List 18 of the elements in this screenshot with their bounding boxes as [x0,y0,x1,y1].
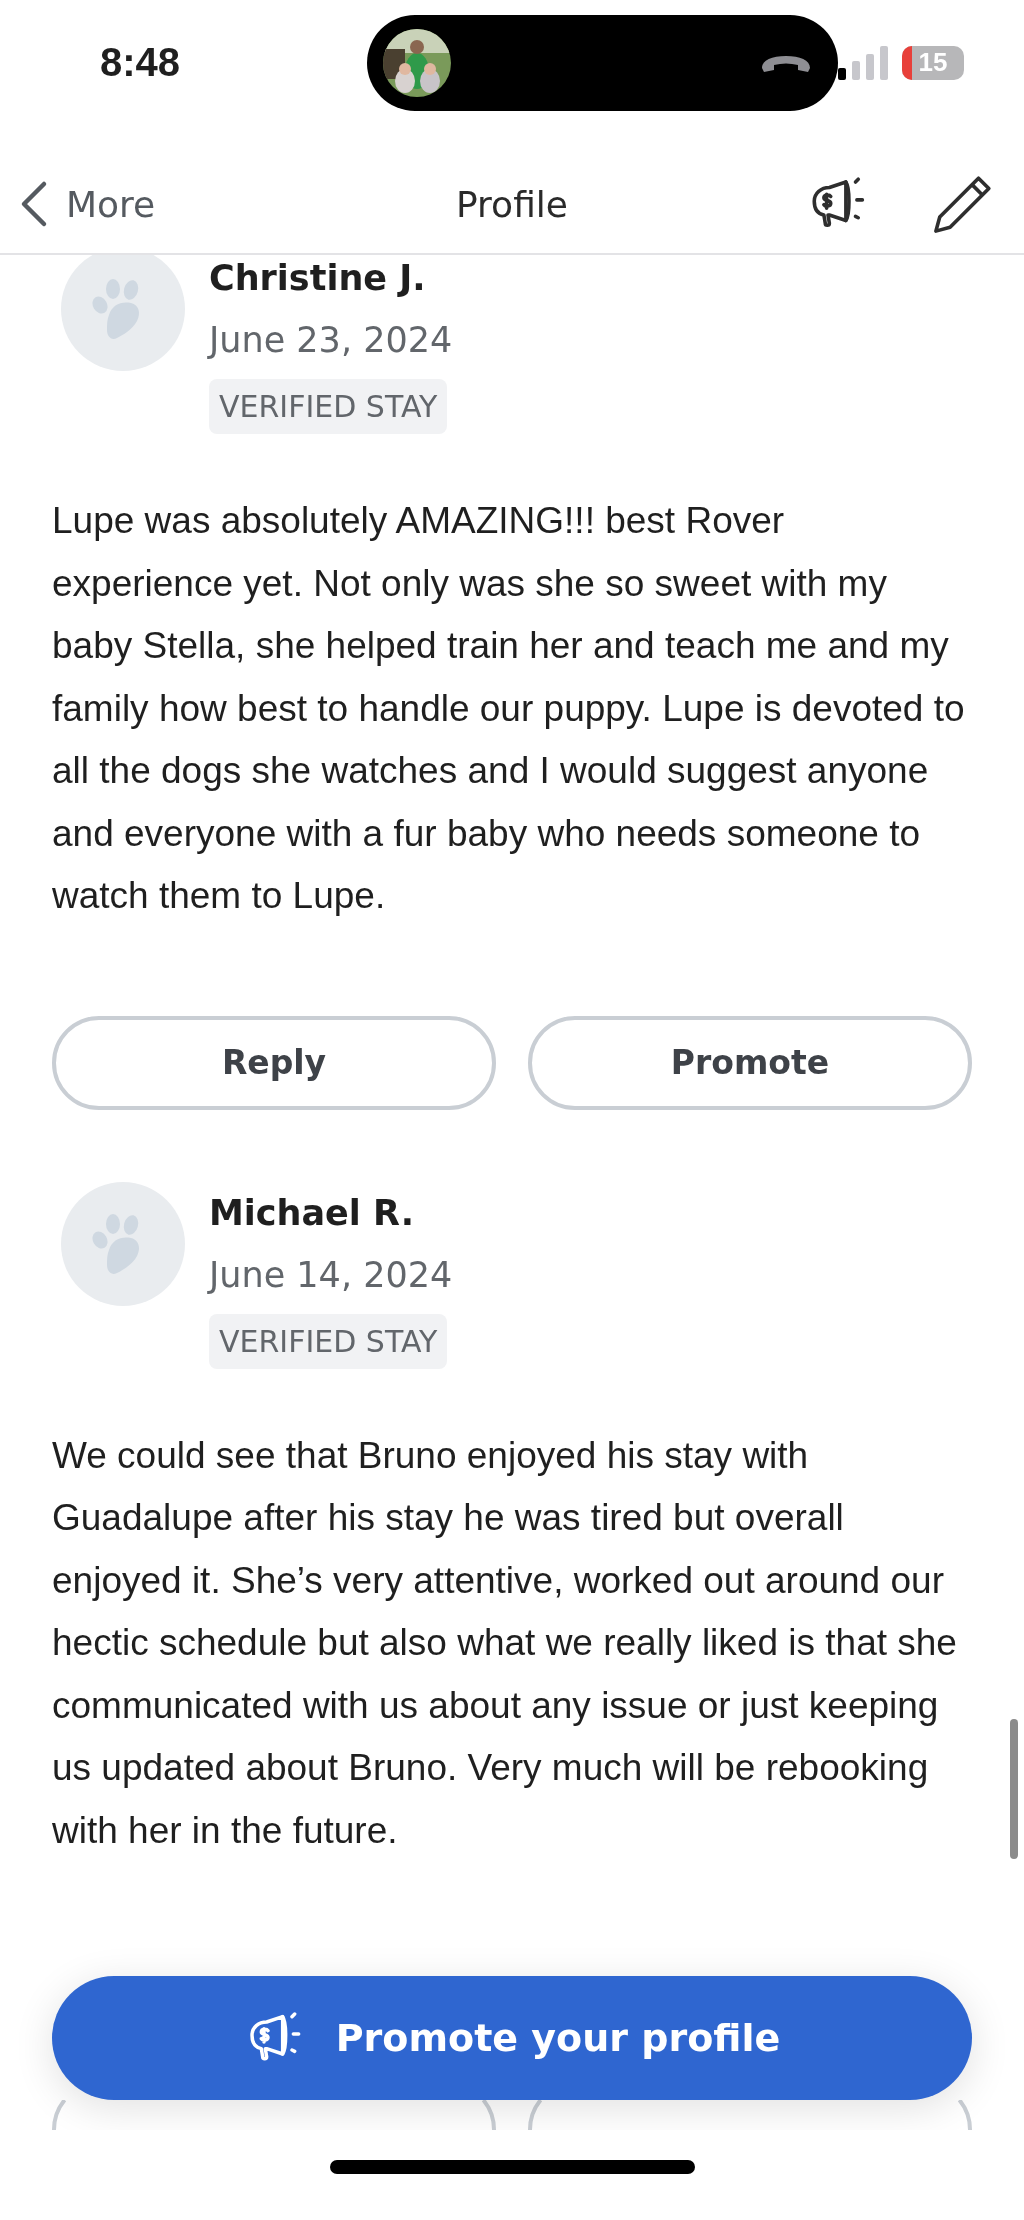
review-text: Lupe was absolutely AMAZING!!! best Rover experience yet. Not only was she so sweet with my baby Stella, she helped train her and teach me and my family how best to handle our puppy. Lupe is devoted to all the dogs she watches and I would suggest anyone and everyone with a fur baby who needs someone to watch them to Lupe. [52,499,966,918]
review-date: June 23, 2024 [209,319,453,362]
edit-button[interactable] [932,173,994,235]
battery-icon: 15 [902,45,964,80]
review-text: We could see that Bruno enjoyed his stay with Guadalupe after his stay he was tired but overall enjoyed it. She’s very attentive, worked out around our hectic schedule but also what we really liked is that she communicated with us about any issue or just keeping us updated about Bruno. Very much will be rebooking with her in the future. [52,1433,958,1853]
reviewer-name: Christine J. [209,257,426,300]
reviewer-name: Michael R. [209,1191,414,1235]
review-date: June 14, 2024 [209,1253,453,1297]
promote-button[interactable]: Promote [528,1015,972,1110]
verified-badge: VERIFIED STAY [209,379,448,434]
back-icon [20,180,48,228]
page-title: Profile [456,183,568,225]
back-link[interactable]: More [20,180,156,228]
status-time: 8:48 [100,40,182,85]
verified-badge: VERIFIED STAY [209,1313,448,1369]
reply-button[interactable]: Reply [52,1015,496,1110]
promote-profile-button[interactable]: Promote your profile [52,1976,972,2100]
pencil-icon [932,173,994,235]
